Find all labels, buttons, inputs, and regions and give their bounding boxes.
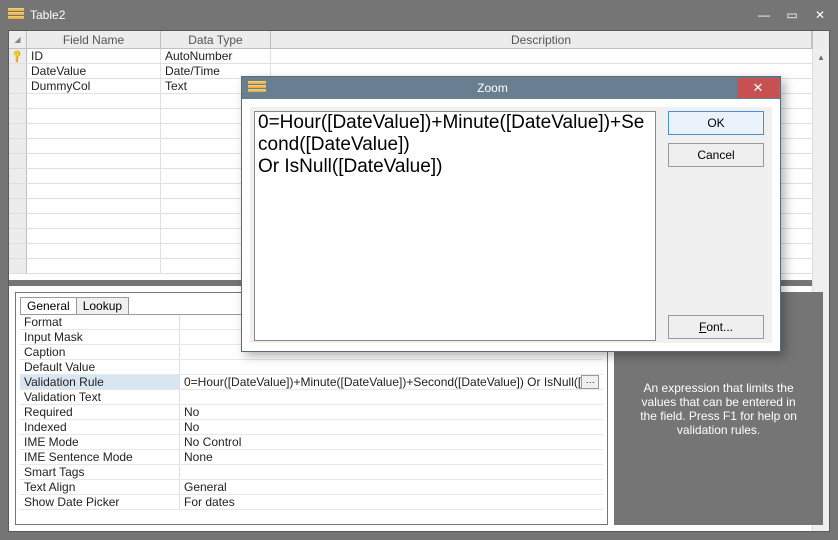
property-label: Default Value <box>20 360 180 374</box>
property-value[interactable]: 0=Hour([DateValue])+Minute([DateValue])+… <box>180 375 603 389</box>
property-label: Input Mask <box>20 330 180 344</box>
property-label: Caption <box>20 345 180 359</box>
titlebar[interactable]: Table2 — ▭ ✕ <box>4 4 834 26</box>
field-name-cell[interactable] <box>27 244 161 259</box>
row-selector[interactable] <box>9 124 27 139</box>
zoom-dialog: Zoom ✕ OK Cancel Font... <box>241 76 781 352</box>
cancel-button[interactable]: Cancel <box>668 143 764 167</box>
primary-key-icon: 🔑 <box>10 49 26 64</box>
table-icon <box>8 8 24 22</box>
property-label: Format <box>20 315 180 329</box>
property-value[interactable]: For dates <box>180 495 603 509</box>
field-name-cell[interactable] <box>27 94 161 109</box>
property-label: IME Sentence Mode <box>20 450 180 464</box>
property-row[interactable]: IME ModeNo Control <box>20 435 603 450</box>
property-label: Validation Rule <box>20 375 180 389</box>
property-value[interactable] <box>180 360 603 374</box>
property-label: Required <box>20 405 180 419</box>
field-name-cell[interactable]: DateValue <box>27 64 161 79</box>
field-name-cell[interactable] <box>27 184 161 199</box>
table-row[interactable]: 🔑IDAutoNumber <box>9 49 829 64</box>
field-name-cell[interactable] <box>27 259 161 274</box>
row-selector[interactable] <box>9 79 27 94</box>
font-button[interactable]: Font... <box>668 315 764 339</box>
close-button[interactable]: ✕ <box>806 6 834 24</box>
property-value[interactable]: No <box>180 420 603 434</box>
property-row[interactable]: IME Sentence ModeNone <box>20 450 603 465</box>
zoom-expression-input[interactable] <box>254 111 656 341</box>
scrollbar-spacer <box>812 31 829 49</box>
property-value[interactable] <box>180 465 603 479</box>
field-name-cell[interactable] <box>27 139 161 154</box>
property-row[interactable]: Smart Tags <box>20 465 603 480</box>
ok-button[interactable]: OK <box>668 111 764 135</box>
column-header-type[interactable]: Data Type <box>161 31 271 49</box>
row-selector[interactable] <box>9 154 27 169</box>
property-value[interactable]: None <box>180 450 603 464</box>
help-text: An expression that limits the values tha… <box>633 381 804 437</box>
row-selector[interactable] <box>9 64 27 79</box>
row-selector[interactable] <box>9 184 27 199</box>
row-selector[interactable] <box>9 109 27 124</box>
field-name-cell[interactable]: DummyCol <box>27 79 161 94</box>
field-name-cell[interactable] <box>27 124 161 139</box>
tab-lookup[interactable]: Lookup <box>76 297 129 314</box>
row-selector[interactable] <box>9 94 27 109</box>
property-row[interactable]: RequiredNo <box>20 405 603 420</box>
property-label: Smart Tags <box>20 465 180 479</box>
property-value[interactable]: No Control <box>180 435 603 449</box>
property-row[interactable]: Validation Rule0=Hour([DateValue])+Minut… <box>20 375 603 390</box>
row-selector[interactable] <box>9 214 27 229</box>
font-button-label: ont... <box>706 320 733 334</box>
property-row[interactable]: IndexedNo <box>20 420 603 435</box>
maximize-button[interactable]: ▭ <box>778 6 806 24</box>
data-type-cell[interactable]: AutoNumber <box>161 49 271 64</box>
property-value[interactable]: General <box>180 480 603 494</box>
select-all-corner[interactable]: ◢ <box>9 31 27 49</box>
field-name-cell[interactable] <box>27 109 161 124</box>
field-name-cell[interactable] <box>27 169 161 184</box>
property-label: Show Date Picker <box>20 495 180 509</box>
row-selector[interactable] <box>9 169 27 184</box>
property-value[interactable] <box>180 390 603 404</box>
zoom-close-button[interactable]: ✕ <box>737 78 779 98</box>
zoom-titlebar[interactable]: Zoom ✕ <box>242 77 780 99</box>
row-selector[interactable]: 🔑 <box>9 49 27 64</box>
field-name-cell[interactable]: ID <box>27 49 161 64</box>
property-label: IME Mode <box>20 435 180 449</box>
field-name-cell[interactable] <box>27 199 161 214</box>
property-label: Indexed <box>20 420 180 434</box>
field-name-cell[interactable] <box>27 229 161 244</box>
property-label: Validation Text <box>20 390 180 404</box>
property-label: Text Align <box>20 480 180 494</box>
column-header-desc[interactable]: Description <box>271 31 812 49</box>
property-row[interactable]: Show Date PickerFor dates <box>20 495 603 510</box>
row-selector[interactable] <box>9 139 27 154</box>
column-header-field[interactable]: Field Name <box>27 31 161 49</box>
field-name-cell[interactable] <box>27 214 161 229</box>
field-name-cell[interactable] <box>27 154 161 169</box>
row-selector[interactable] <box>9 229 27 244</box>
builder-button[interactable]: ⋯ <box>581 375 599 389</box>
row-selector[interactable] <box>9 259 27 274</box>
row-selector[interactable] <box>9 199 27 214</box>
description-cell[interactable] <box>271 49 829 64</box>
scroll-up-icon[interactable]: ▴ <box>813 49 829 66</box>
zoom-title: Zoom <box>248 81 737 95</box>
minimize-button[interactable]: — <box>750 6 778 24</box>
tab-general[interactable]: General <box>20 297 77 314</box>
window-title: Table2 <box>30 8 65 22</box>
property-value[interactable]: No <box>180 405 603 419</box>
property-row[interactable]: Validation Text <box>20 390 603 405</box>
property-row[interactable]: Default Value <box>20 360 603 375</box>
property-row[interactable]: Text AlignGeneral <box>20 480 603 495</box>
row-selector[interactable] <box>9 244 27 259</box>
